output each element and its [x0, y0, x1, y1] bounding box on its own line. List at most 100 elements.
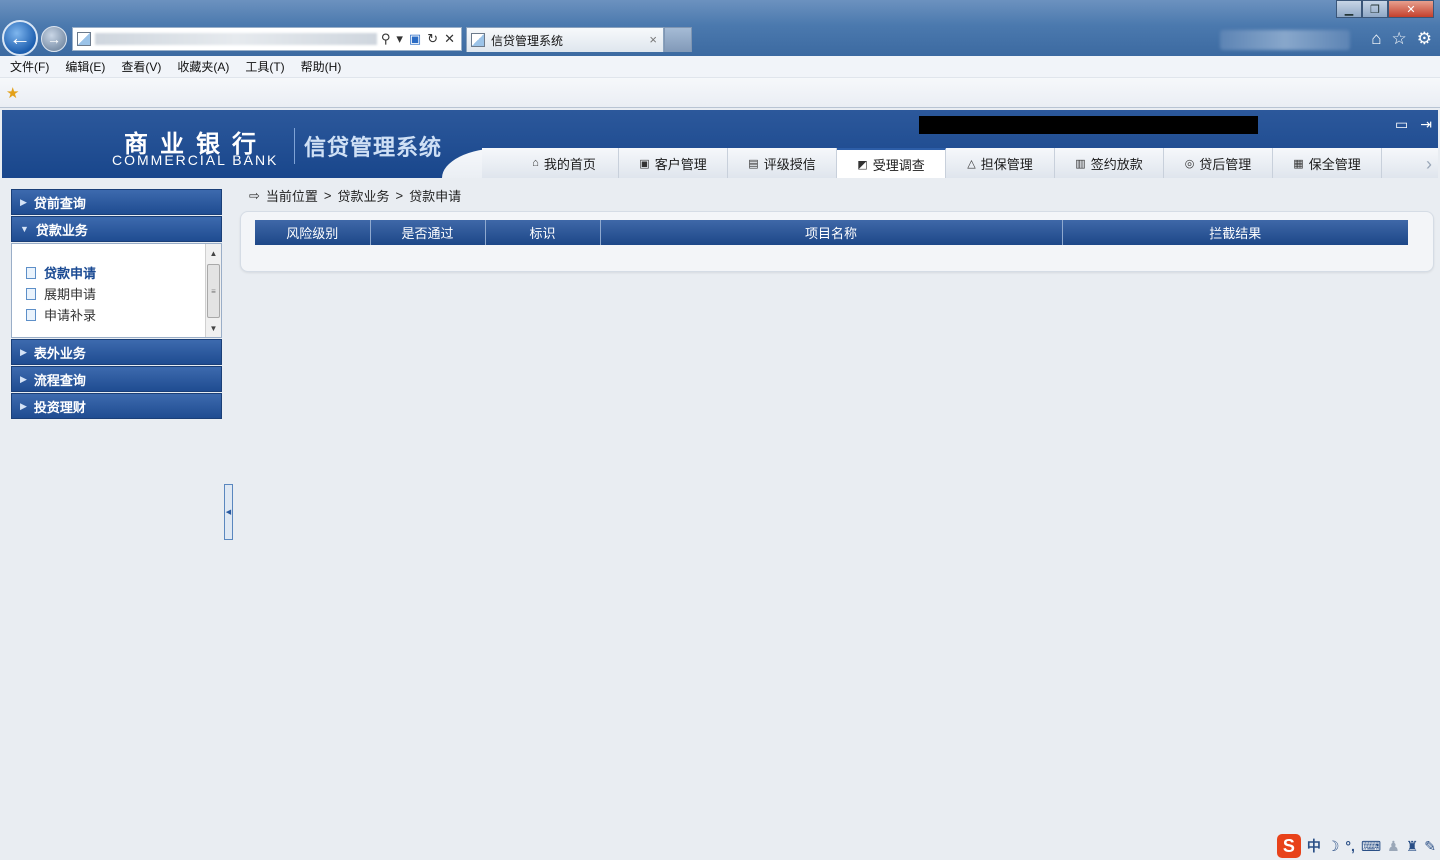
- sidebar-section-label: 表外业务: [33, 345, 86, 361]
- survey-icon: ◩: [857, 158, 868, 171]
- nav-tab-5[interactable]: △ 担保管理: [946, 148, 1055, 178]
- refresh-icon[interactable]: ↻: [427, 31, 438, 47]
- nav-tab-label: 签约放款: [1090, 156, 1143, 172]
- scroll-down-icon[interactable]: ▼: [206, 321, 221, 335]
- browser-tab-title: 信贷管理系统: [491, 33, 564, 48]
- sidebar-item-extension-application[interactable]: 展期申请: [26, 283, 96, 304]
- favorites-star-icon[interactable]: ☆: [1392, 29, 1407, 49]
- menu-edit[interactable]: 编辑(E): [65, 58, 105, 75]
- half-width-moon-icon[interactable]: ☽: [1327, 838, 1340, 855]
- stop-icon[interactable]: ✕: [444, 31, 455, 47]
- sidebar-section-label: 贷款业务: [35, 222, 88, 238]
- tab-page-icon: [471, 33, 485, 47]
- dropdown-icon[interactable]: ▾: [396, 31, 403, 47]
- sidebar-section-label: 贷前查询: [33, 195, 86, 211]
- scroll-up-icon[interactable]: ▲: [206, 246, 221, 260]
- nav-tab-label: 贷后管理: [1199, 156, 1252, 172]
- column-passed[interactable]: 是否通过: [370, 220, 486, 245]
- back-arrow-icon: ←: [9, 25, 31, 50]
- address-url-blurred[interactable]: [95, 33, 377, 45]
- address-bar[interactable]: ⚲ ▾ ▣ ↻ ✕: [72, 27, 462, 51]
- nav-tab-6[interactable]: ▥ 签约放款: [1055, 148, 1164, 178]
- back-button[interactable]: ←: [2, 20, 38, 56]
- favorites-bar: ★: [0, 78, 1440, 108]
- nav-next-icon[interactable]: ›: [1426, 154, 1432, 175]
- sidebar-section-off-balance[interactable]: ▶ 表外业务: [11, 339, 222, 365]
- logout-icon[interactable]: ⇥: [1420, 116, 1432, 133]
- app-header: 商业银行 COMMERCIAL BANK 信贷管理系统 ▭ ⇥ ⌂ 我的首页 ▣ 客户…: [2, 110, 1438, 178]
- monitor-icon[interactable]: ▭: [1395, 116, 1408, 133]
- home-icon[interactable]: ⌂: [1371, 29, 1381, 49]
- nav-tab-8[interactable]: ▦ 保全管理: [1273, 148, 1382, 178]
- browser-title-bar: ← → ⚲ ▾ ▣ ↻ ✕ 信贷管理系统 × ⌂ ☆ ⚙ ▁ ❐ ✕: [0, 0, 1440, 56]
- sidebar-item-loan-application[interactable]: 贷款申请: [26, 262, 96, 283]
- sidebar-item-label: 贷款申请: [44, 266, 97, 281]
- redacted-user-info: [919, 116, 1258, 134]
- punctuation-icon[interactable]: °,: [1345, 838, 1355, 854]
- keyboard-icon[interactable]: ⌨: [1361, 838, 1381, 855]
- post-loan-icon: ◎: [1184, 157, 1195, 170]
- sidebar-section-loan-business[interactable]: ▼ 贷款业务: [11, 216, 222, 242]
- wrench-icon[interactable]: ✎: [1424, 838, 1436, 855]
- breadcrumb-prefix: 当前位置: [265, 189, 318, 204]
- menu-help[interactable]: 帮助(H): [301, 58, 342, 75]
- nav-tab-label: 评级授信: [763, 156, 816, 172]
- sidebar-collapse-handle[interactable]: ◀: [224, 484, 233, 540]
- sidebar-item-application-supplement[interactable]: 申请补录: [26, 304, 96, 325]
- new-tab-button[interactable]: [664, 27, 692, 52]
- sidebar-section-process-query[interactable]: ▶ 流程查询: [11, 366, 222, 392]
- preservation-icon: ▦: [1293, 157, 1304, 170]
- nav-tab-3[interactable]: ▤ 评级授信: [728, 148, 837, 178]
- add-favorite-icon[interactable]: ★: [6, 84, 19, 102]
- nav-tab-1[interactable]: ⌂ 我的首页: [510, 148, 619, 178]
- nav-tab-4[interactable]: ◩ 受理调查: [837, 148, 946, 178]
- maximize-button[interactable]: ❐: [1362, 0, 1388, 18]
- search-icon[interactable]: ⚲: [381, 31, 391, 47]
- ime-mode-chinese[interactable]: 中: [1307, 836, 1321, 856]
- menu-favorites[interactable]: 收藏夹(A): [177, 58, 229, 75]
- column-flag[interactable]: 标识: [485, 220, 601, 245]
- tab-close-icon[interactable]: ×: [649, 32, 657, 47]
- sidebar-section-investment[interactable]: ▶ 投资理财: [11, 393, 222, 419]
- column-risk-level[interactable]: 风险级别: [255, 220, 371, 245]
- nav-tab-label: 客户管理: [654, 156, 707, 172]
- caret-down-icon: ▼: [20, 224, 29, 234]
- breadcrumb-separator: >: [323, 188, 332, 203]
- compatibility-view-icon[interactable]: ▣: [409, 31, 421, 47]
- nav-tab-2[interactable]: ▣ 客户管理: [619, 148, 728, 178]
- result-table: 风险级别 是否通过 标识 项目名称 拦截结果: [255, 220, 1408, 245]
- sidebar-item-label: 展期申请: [44, 287, 97, 302]
- settings-gear-icon[interactable]: ⚙: [1417, 29, 1432, 49]
- panel-scrollbar[interactable]: ▲ ≡ ▼: [205, 244, 221, 337]
- nav-tab-label: 受理调查: [872, 157, 925, 173]
- document-icon: [26, 287, 36, 300]
- contract-icon: ▥: [1075, 157, 1086, 170]
- caret-right-icon: ▶: [20, 373, 27, 384]
- skin-shirt-icon[interactable]: ♜: [1406, 838, 1419, 855]
- close-window-button[interactable]: ✕: [1388, 0, 1434, 18]
- minimize-button[interactable]: ▁: [1336, 0, 1362, 18]
- menu-tools[interactable]: 工具(T): [245, 58, 284, 75]
- sidebar-item-label: 申请补录: [44, 308, 97, 323]
- menu-file[interactable]: 文件(F): [10, 58, 49, 75]
- browser-tab[interactable]: 信贷管理系统 ×: [466, 27, 664, 52]
- forward-button[interactable]: →: [41, 26, 67, 52]
- location-icon: ⇨: [249, 187, 260, 203]
- nav-tab-label: 担保管理: [980, 156, 1033, 172]
- caret-right-icon: ▶: [20, 346, 27, 357]
- document-icon: [26, 308, 36, 321]
- breadcrumb-item[interactable]: 贷款业务: [338, 186, 390, 205]
- sogou-logo-icon[interactable]: S: [1276, 834, 1301, 858]
- sidebar-section-pre-loan-query[interactable]: ▶ 贷前查询: [11, 189, 222, 215]
- column-intercept-result[interactable]: 拦截结果: [1062, 220, 1408, 245]
- home-icon: ⌂: [532, 157, 539, 169]
- page-icon: [77, 32, 91, 46]
- user-icon[interactable]: ♟: [1387, 838, 1400, 855]
- breadcrumb-item: 贷款申请: [409, 189, 462, 204]
- column-project-name[interactable]: 项目名称: [600, 220, 1063, 245]
- loan-business-panel: 贷款申请 展期申请 申请补录 ▲ ≡ ▼: [11, 243, 222, 338]
- nav-tab-7[interactable]: ◎ 贷后管理: [1164, 148, 1273, 178]
- caret-right-icon: ▶: [20, 400, 27, 411]
- menu-view[interactable]: 查看(V): [121, 58, 161, 75]
- scroll-thumb[interactable]: ≡: [207, 264, 220, 318]
